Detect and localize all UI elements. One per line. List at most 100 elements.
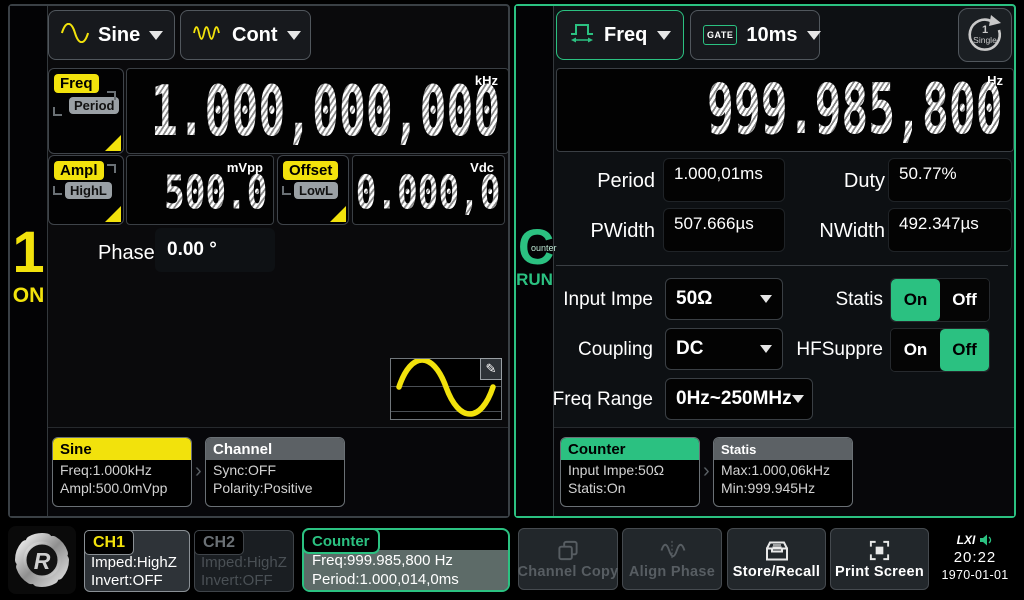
channel-summary-card[interactable]: Channel Sync:OFF Polarity:Positive [205, 437, 345, 507]
counter-word: ounter [531, 243, 557, 253]
phase-wave-icon [658, 539, 686, 562]
hfsuppress-on-button[interactable]: On [891, 329, 940, 371]
counter-summary-card[interactable]: Counter Input Impe:50Ω Statis:On [560, 437, 700, 507]
ch2-lines: Imped:HighZ Invert:OFF [201, 554, 287, 590]
edit-icon[interactable]: ✎ [480, 358, 502, 380]
counter-panel: C ounter RUN Freq GATE 10ms [514, 4, 1016, 518]
ampl-display[interactable]: mVpp 500.0 [126, 155, 274, 225]
nwidth-readout-value[interactable]: 492.347µs [888, 208, 1012, 252]
screenshot-icon [868, 539, 891, 562]
counter-card-title: Counter [561, 438, 699, 460]
measure-select-value: Freq [604, 24, 647, 47]
channel1-info-area: Sine Freq:1.000kHz Ampl:500.0mVpp › Chan… [48, 427, 508, 516]
measure-select[interactable]: Freq [556, 10, 684, 60]
bottom-bar: R CH1 Imped:HighZ Invert:OFF CH2 Imped:H… [0, 522, 1024, 600]
touch-corner-icon [105, 135, 121, 151]
chevron-down-icon [287, 31, 301, 40]
ampl-param-button[interactable]: Ampl HighL [48, 155, 124, 225]
counter-run-status: RUN [516, 270, 553, 290]
chevron-down-icon [149, 31, 163, 40]
corner-mark [282, 186, 291, 195]
gate-badge: GATE [703, 25, 737, 45]
statis-toggle: On Off [890, 278, 990, 322]
freq-param-button[interactable]: Freq Period [48, 68, 124, 154]
corner-mark [53, 107, 62, 116]
clock-date: 1970-01-01 [937, 568, 1013, 582]
duty-readout-value[interactable]: 50.77% [888, 158, 1012, 202]
counter-card-line: Statis:On [561, 478, 699, 496]
chevron-down-icon [792, 395, 804, 403]
sine-summary-card[interactable]: Sine Freq:1.000kHz Ampl:500.0mVpp [52, 437, 192, 507]
channel-card-title: Channel [206, 438, 344, 460]
chevron-down-icon [657, 31, 671, 40]
sine-card-line: Freq:1.000kHz [53, 460, 191, 478]
offset-param-button[interactable]: Offset LowL [277, 155, 349, 225]
channel1-output-strip[interactable]: 1 ON [10, 6, 48, 516]
continuous-wave-icon [193, 23, 223, 48]
lxi-logo: LXI [957, 533, 976, 547]
counter-status-box[interactable]: Counter Freq:999.985,800 Hz Period:1.000… [302, 528, 510, 592]
corner-mark [107, 91, 116, 100]
single-run-button[interactable]: 1 Single [958, 8, 1012, 62]
counter-card-line: Input Impe:50Ω [561, 460, 699, 478]
sine-icon [61, 23, 89, 48]
align-phase-button[interactable]: Align Phase [622, 528, 722, 590]
gate-time-select[interactable]: GATE 10ms [690, 10, 820, 60]
mode-select[interactable]: Cont [180, 10, 311, 60]
corner-mark [107, 164, 116, 173]
counter-value: 999.985,800 [707, 75, 1003, 144]
highlevel-alt-pill: HighL [65, 182, 112, 199]
statis-card-title: Statis [714, 438, 852, 460]
ch2-status-box[interactable]: CH2 Imped:HighZ Invert:OFF [194, 530, 294, 592]
statis-off-button[interactable]: Off [940, 279, 989, 321]
duty-readout-label: Duty [785, 170, 885, 193]
print-screen-button[interactable]: Print Screen [830, 528, 929, 590]
copy-icon [556, 539, 580, 562]
counter-strip[interactable]: C ounter RUN [516, 6, 554, 516]
speaker-icon [979, 534, 993, 546]
hfsuppress-label: HFSuppre [753, 339, 883, 361]
ch1-status-box[interactable]: CH1 Imped:HighZ Invert:OFF [84, 530, 190, 592]
counter-status-tab: Counter [302, 528, 380, 554]
freq-label-pill: Freq [54, 74, 99, 93]
counter-info-area: Counter Input Impe:50Ω Statis:On › Stati… [554, 427, 1014, 516]
ch1-tab: CH1 [84, 530, 134, 555]
counter-strip-label: C ounter [516, 222, 553, 276]
channel-card-line: Polarity:Positive [206, 478, 344, 496]
store-recall-button[interactable]: Store/Recall [727, 528, 826, 590]
pwidth-readout-value[interactable]: 507.666µs [663, 208, 785, 252]
offset-display[interactable]: Vdc 0.000,0 [352, 155, 505, 225]
phase-input[interactable]: 0.00 ° [155, 228, 275, 272]
offset-value: 0.000,0 [355, 171, 500, 217]
statis-summary-card[interactable]: Statis Max:1.000,06kHz Min:999.945Hz [713, 437, 853, 507]
counter-display[interactable]: Hz 999.985,800 [556, 68, 1014, 152]
waveform-preview[interactable]: ✎ [390, 358, 502, 420]
system-menu-button[interactable]: R [8, 526, 76, 594]
chevron-right-icon: › [195, 460, 202, 483]
phase-label: Phase [98, 242, 155, 265]
period-readout-value[interactable]: 1.000,01ms [663, 158, 785, 202]
gate-time-value: 10ms [746, 24, 797, 47]
statis-card-line: Max:1.000,06kHz [714, 460, 852, 478]
chevron-down-icon [807, 31, 821, 40]
clock-box[interactable]: LXI 20:22 1970-01-01 [937, 526, 1013, 594]
waveform-select[interactable]: Sine [48, 10, 175, 60]
offset-label-pill: Offset [283, 161, 338, 180]
ampl-label-pill: Ampl [54, 161, 104, 180]
hfsuppress-off-button[interactable]: Off [940, 329, 989, 371]
pulse-gate-icon [569, 21, 595, 50]
channel-copy-button[interactable]: Channel Copy [518, 528, 618, 590]
sine-card-line: Ampl:500.0mVpp [53, 478, 191, 496]
freq-display[interactable]: kHz 1.000,000,000 [126, 68, 509, 154]
hfsuppress-toggle: On Off [890, 328, 990, 372]
counter-status-lines: Freq:999.985,800 Hz Period:1.000,014,0ms [304, 550, 508, 590]
freq-value: 1.000,000,000 [151, 77, 500, 146]
channel-number: 1 [10, 224, 47, 282]
corner-mark [53, 186, 62, 195]
clock-time: 20:22 [937, 549, 1013, 566]
freq-range-label: Freq Range [523, 389, 653, 411]
statis-on-button[interactable]: On [891, 279, 940, 321]
freq-range-select[interactable]: 0Hz~250MHz [665, 378, 813, 420]
section-divider [556, 265, 1008, 266]
input-impedance-label: Input Impe [523, 289, 653, 311]
